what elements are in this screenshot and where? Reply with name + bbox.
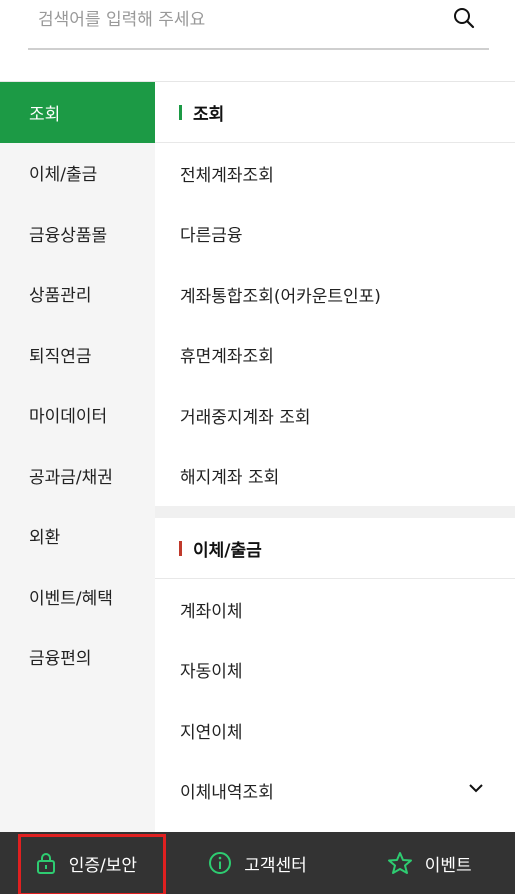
section-title: 이체/출금 <box>193 540 262 561</box>
submenu-item[interactable]: 해지계좌 조회 <box>155 446 515 507</box>
submenu-item-label: 거래중지계좌 조회 <box>180 407 311 428</box>
nav-item-label: 마이데이터 <box>29 407 108 428</box>
submenu-item-label: 다른금융 <box>180 226 243 247</box>
menu-content: 조회 이체/출금 금융상품몰 상품관리 퇴직연금 마이데이터 공과금/채권 외환… <box>0 82 515 832</box>
search-button[interactable] <box>451 6 477 32</box>
nav-item-label: 조회 <box>29 104 61 125</box>
nav-item-label: 퇴직연금 <box>29 346 92 367</box>
section-header-transfer: 이체/출금 <box>155 518 515 579</box>
submenu-item-label: 계좌통합조회(어카운트인포) <box>180 286 381 307</box>
submenu-item-label: 지연이체 <box>180 722 243 743</box>
submenu-item[interactable]: 다른금융 <box>155 204 515 265</box>
submenu-item[interactable]: 지연이체 <box>155 700 515 761</box>
nav-item-label: 이벤트/혜택 <box>29 588 113 609</box>
submenu-item[interactable]: 전체계좌조회 <box>155 143 515 204</box>
nav-item-label: 이체/출금 <box>29 165 98 186</box>
chevron-down-icon[interactable] <box>467 779 485 797</box>
section-divider <box>155 506 515 518</box>
search-box <box>28 0 489 50</box>
search-icon <box>454 8 475 29</box>
lock-icon <box>36 853 55 874</box>
search-area <box>0 0 515 82</box>
section-marker <box>179 540 182 556</box>
submenu-panel: 조회 전체계좌조회 다른금융 계좌통합조회(어카운트인포) 휴면계좌조회 거래중… <box>155 82 515 832</box>
nav-item-utility-bonds[interactable]: 공과금/채권 <box>0 445 155 506</box>
bottom-button-label: 인증/보안 <box>68 855 137 876</box>
submenu-item-label: 이체내역조회 <box>180 783 274 804</box>
submenu-item[interactable]: 휴면계좌조회 <box>155 325 515 386</box>
nav-item-foreign-exchange[interactable]: 외환 <box>0 506 155 567</box>
section-marker <box>179 104 182 120</box>
nav-item-label: 상품관리 <box>29 286 92 307</box>
submenu-item-label: 전체계좌조회 <box>180 165 274 186</box>
nav-item-events[interactable]: 이벤트/혜택 <box>0 566 155 627</box>
submenu-item[interactable]: 거래중지계좌 조회 <box>155 385 515 446</box>
section-header-inquiry: 조회 <box>155 82 515 143</box>
submenu-item[interactable]: 자동이체 <box>155 640 515 701</box>
submenu-item-label: 자동이체 <box>180 662 243 683</box>
nav-item-inquiry[interactable]: 조회 <box>0 82 155 143</box>
event-button[interactable]: 이벤트 <box>343 832 515 894</box>
submenu-item-label: 휴면계좌조회 <box>180 347 274 368</box>
left-nav: 조회 이체/출금 금융상품몰 상품관리 퇴직연금 마이데이터 공과금/채권 외환… <box>0 82 155 832</box>
bottom-button-label: 고객센터 <box>244 855 307 876</box>
nav-item-transfer[interactable]: 이체/출금 <box>0 143 155 204</box>
submenu-item-label: 계좌이체 <box>180 601 243 622</box>
nav-item-mydata[interactable]: 마이데이터 <box>0 385 155 446</box>
nav-item-label: 금융상품몰 <box>29 225 108 246</box>
submenu-item-expandable[interactable]: 이체내역조회 <box>155 761 515 822</box>
nav-item-label: 외환 <box>29 528 61 549</box>
search-input[interactable] <box>38 2 438 38</box>
nav-item-label: 금융편의 <box>29 649 92 670</box>
nav-item-product-mall[interactable]: 금융상품몰 <box>0 203 155 264</box>
customer-center-button[interactable]: 고객센터 <box>172 832 344 894</box>
submenu-item-label: 해지계좌 조회 <box>180 468 280 489</box>
nav-item-product-management[interactable]: 상품관리 <box>0 264 155 325</box>
auth-security-button[interactable]: 인증/보안 <box>0 832 172 894</box>
submenu-item[interactable]: 계좌통합조회(어카운트인포) <box>155 264 515 325</box>
submenu-item[interactable]: 계좌이체 <box>155 579 515 640</box>
star-icon <box>387 852 412 874</box>
nav-item-label: 공과금/채권 <box>29 467 113 488</box>
bottom-button-label: 이벤트 <box>424 855 472 876</box>
section-title: 조회 <box>193 104 225 125</box>
info-icon <box>209 852 232 874</box>
nav-item-financial-convenience[interactable]: 금융편의 <box>0 627 155 688</box>
bottom-bar: 인증/보안 고객센터 이벤트 <box>0 832 515 894</box>
nav-item-pension[interactable]: 퇴직연금 <box>0 324 155 385</box>
